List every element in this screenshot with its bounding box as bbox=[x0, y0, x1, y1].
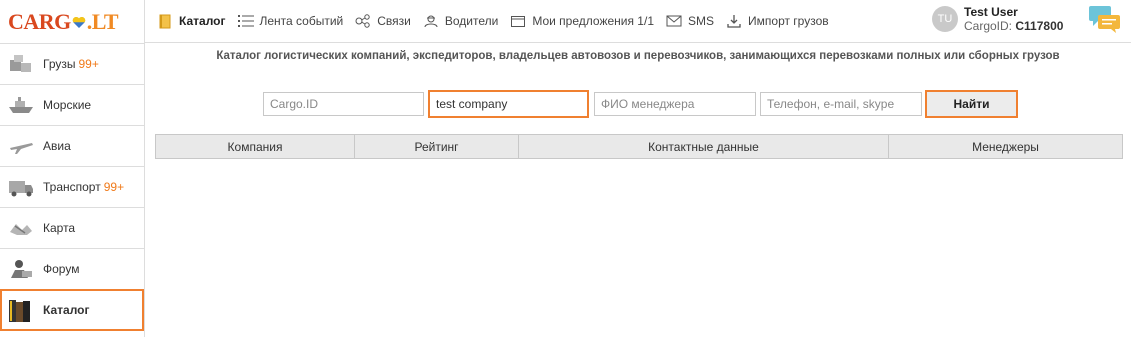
plane-icon bbox=[6, 133, 36, 159]
count-badge: 99+ bbox=[78, 57, 99, 71]
sidebar-item-label: Морские bbox=[43, 98, 92, 112]
cargo-boxes-icon bbox=[6, 51, 36, 77]
sidebar-item-map[interactable]: Карта bbox=[0, 207, 144, 248]
download-icon bbox=[726, 13, 742, 29]
column-header-contacts[interactable]: Контактные данные bbox=[519, 135, 889, 158]
count-badge: 99+ bbox=[103, 180, 125, 194]
ship-icon bbox=[6, 92, 36, 118]
envelope-icon bbox=[666, 13, 682, 29]
drivers-icon bbox=[423, 13, 439, 29]
sidebar-item-cargo[interactable]: Грузы 99+ bbox=[0, 43, 144, 84]
sidebar-item-air[interactable]: Авиа bbox=[0, 125, 144, 166]
nav-label: SMS bbox=[688, 14, 715, 28]
catalog-main: Каталог логистических компаний, экспедит… bbox=[145, 44, 1131, 337]
nav-label: Связи bbox=[377, 14, 411, 28]
user-name: Test User bbox=[964, 5, 1018, 19]
contact-input[interactable] bbox=[760, 92, 922, 116]
sidebar-item-sea[interactable]: Морские bbox=[0, 84, 144, 125]
logo-text-lt: .LT bbox=[86, 8, 119, 34]
column-header-managers[interactable]: Менеджеры bbox=[889, 135, 1122, 158]
nav-label: Водители bbox=[444, 14, 499, 28]
manager-name-input[interactable] bbox=[594, 92, 756, 116]
sidebar: CARG .LT Грузы 99+ Морские Авиа Транспор… bbox=[0, 0, 145, 337]
heart-icon bbox=[72, 16, 86, 28]
sidebar-item-label: Транспорт bbox=[43, 180, 101, 194]
cargo-id-input[interactable] bbox=[263, 92, 424, 116]
nav-event-feed[interactable]: Лента событий bbox=[237, 13, 344, 29]
chat-icon[interactable] bbox=[1088, 4, 1122, 34]
sidebar-item-label: Карта bbox=[43, 221, 76, 235]
logo-text-cargo: CARG bbox=[8, 8, 71, 34]
find-button[interactable]: Найти bbox=[925, 90, 1018, 118]
search-form: Найти bbox=[145, 90, 1131, 120]
catalog-table-header: Компания Рейтинг Контактные данные Менед… bbox=[155, 134, 1123, 159]
top-navigation: Каталог Лента событий Связи Водители Мои… bbox=[145, 0, 1131, 43]
company-name-input[interactable] bbox=[428, 90, 589, 118]
nav-my-offers[interactable]: Мои предложения 1/1 bbox=[510, 13, 654, 29]
folder-icon bbox=[510, 13, 526, 29]
sidebar-item-transport[interactable]: Транспорт 99+ bbox=[0, 166, 144, 207]
nav-label: Мои предложения 1/1 bbox=[532, 14, 654, 28]
nav-label: Импорт грузов bbox=[748, 14, 829, 28]
column-header-company[interactable]: Компания bbox=[156, 135, 355, 158]
logo[interactable]: CARG .LT bbox=[0, 0, 144, 43]
catalog-books-icon bbox=[6, 297, 36, 323]
nav-drivers[interactable]: Водители bbox=[423, 13, 498, 29]
cargo-id-label: CargoID: bbox=[964, 19, 1013, 33]
connections-icon bbox=[355, 13, 371, 29]
user-cargo-id: CargoID: C117800 bbox=[964, 19, 1063, 33]
nav-label: Каталог bbox=[179, 14, 226, 28]
map-icon bbox=[6, 215, 36, 241]
book-icon bbox=[157, 13, 173, 29]
user-info: Test User CargoID: C117800 bbox=[964, 5, 1063, 33]
user-profile[interactable]: TU Test User CargoID: C117800 bbox=[932, 5, 1063, 33]
sidebar-item-catalog[interactable]: Каталог bbox=[0, 289, 144, 331]
column-header-rating[interactable]: Рейтинг bbox=[355, 135, 519, 158]
truck-icon bbox=[6, 174, 36, 200]
nav-sms[interactable]: SMS bbox=[666, 13, 714, 29]
page-title: Каталог логистических компаний, экспедит… bbox=[216, 50, 1060, 62]
nav-import-cargo[interactable]: Импорт грузов bbox=[726, 13, 829, 29]
sidebar-item-label: Грузы bbox=[43, 57, 76, 71]
sidebar-item-label: Каталог bbox=[43, 303, 90, 317]
sidebar-item-forum[interactable]: Форум bbox=[0, 248, 144, 289]
avatar[interactable]: TU bbox=[932, 6, 958, 32]
nav-connections[interactable]: Связи bbox=[355, 13, 411, 29]
list-icon bbox=[237, 13, 254, 29]
sidebar-item-label: Авиа bbox=[43, 139, 71, 153]
sidebar-item-label: Форум bbox=[43, 262, 80, 276]
cargo-id-value: C117800 bbox=[1015, 19, 1064, 33]
forum-icon bbox=[6, 256, 36, 282]
nav-label: Лента событий bbox=[259, 14, 344, 28]
nav-catalog[interactable]: Каталог bbox=[157, 13, 226, 29]
